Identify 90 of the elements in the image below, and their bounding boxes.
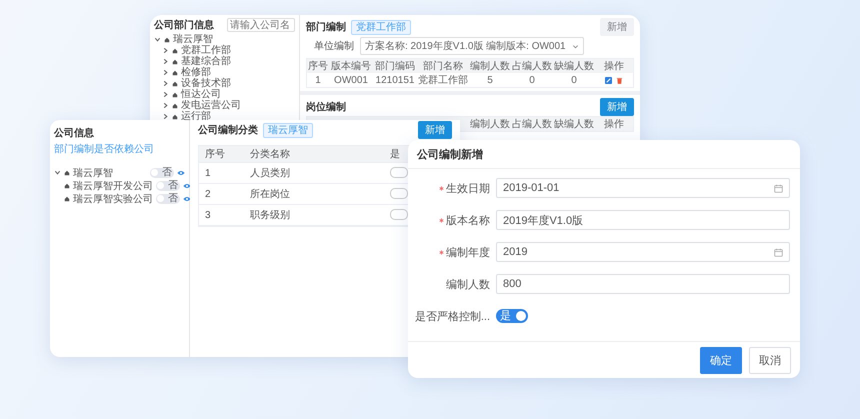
chevron-icon[interactable]: [162, 47, 169, 54]
house-icon: [64, 170, 70, 176]
table-cell-text: OW001: [333, 74, 369, 86]
toggle-switch[interactable]: [390, 188, 408, 200]
toggle-switch[interactable]: 否: [156, 194, 180, 204]
tree-item[interactable]: 瑞云厚智实验公司: [73, 192, 153, 206]
caret-icon: [572, 42, 579, 50]
tree-item[interactable]: 运行部: [181, 111, 211, 122]
search-field[interactable]: 请输入公司名: [227, 18, 295, 32]
chevron-icon[interactable]: [162, 102, 169, 109]
toggle-switch[interactable]: 否: [150, 168, 174, 178]
column-header: 部门编码: [374, 60, 416, 73]
calendar-icon: [774, 184, 783, 192]
toggle-switch[interactable]: 否: [156, 180, 180, 190]
chevron-icon[interactable]: [162, 113, 169, 120]
table-cell-text: 0: [528, 74, 536, 86]
chevron-icon[interactable]: [54, 169, 61, 176]
tree-item[interactable]: 瑞云厚智: [73, 166, 147, 180]
table-cell-text: 职务级别: [250, 209, 290, 222]
column-header: 分类名称: [250, 148, 290, 161]
toggle-switch[interactable]: 是: [496, 309, 528, 323]
toggle-switch[interactable]: [390, 209, 408, 220]
text-field[interactable]: 800: [496, 274, 790, 294]
sidebar-title: 公司部门信息: [154, 18, 214, 32]
field-label: 编制人数: [446, 278, 490, 292]
section-title: 岗位编制: [306, 100, 346, 114]
chevron-icon[interactable]: [162, 69, 169, 76]
eye-icon[interactable]: [183, 196, 191, 202]
column-header: 操作: [603, 60, 625, 73]
column-header: 部门名称: [422, 60, 464, 73]
section-title: 部门编制: [306, 20, 346, 34]
eye-icon[interactable]: [183, 182, 191, 188]
field-label: 是否严格控制...: [414, 310, 490, 324]
column-header: 占编人数: [511, 118, 553, 131]
add-button[interactable]: 新增: [600, 98, 634, 116]
house-icon: [64, 196, 70, 202]
tree-item[interactable]: 检修部: [181, 67, 211, 78]
table-cell-text: 党群工作部: [417, 74, 469, 87]
tree-item[interactable]: 党群工作部: [181, 45, 231, 56]
column-header: 序号: [205, 148, 225, 161]
column-header: 缺编人数: [553, 118, 595, 131]
field-label: 版本名称: [446, 214, 490, 228]
table-cell: 3: [205, 210, 211, 220]
date-field[interactable]: 2019-01-01: [496, 178, 790, 198]
column-header: 操作: [603, 118, 625, 131]
edit-icon[interactable]: [605, 76, 612, 84]
toggle-switch[interactable]: [390, 167, 408, 178]
table-cell-text: 5: [486, 74, 494, 86]
company-tag: 瑞云厚智: [263, 122, 313, 138]
department-tag: 党群工作部: [351, 20, 411, 34]
dialog-title: 公司编制新增: [417, 148, 483, 162]
table-cell-text: 1: [314, 74, 322, 86]
column-header: 占编人数: [511, 60, 553, 73]
cancel-button[interactable]: 取消: [749, 346, 791, 374]
eye-icon[interactable]: [177, 170, 185, 176]
table-cell-text: 1210151: [374, 74, 416, 86]
tree-item[interactable]: 基建综合部: [181, 56, 231, 67]
filter-label: 单位编制: [314, 40, 354, 53]
tree-item[interactable]: 发电运营公司: [181, 100, 241, 111]
tree-item[interactable]: 设备技术部: [181, 78, 231, 89]
plan-select[interactable]: 方案名称: 2019年度V1.0版 编制版本: OW001: [360, 37, 584, 55]
confirm-button[interactable]: 确定: [700, 346, 742, 374]
field-label: 生效日期: [446, 182, 490, 196]
table-cell: 2: [205, 188, 211, 200]
tree-item[interactable]: 恒达公司: [181, 89, 221, 100]
text-field[interactable]: 2019年度V1.0版: [496, 210, 790, 230]
table-cell: 1: [205, 168, 211, 178]
date-field[interactable]: 2019: [496, 242, 790, 262]
section-title: 公司编制分类: [198, 124, 258, 137]
column-header: 编制人数: [469, 118, 511, 131]
house-icon: [64, 182, 70, 188]
tree-item[interactable]: 瑞云厚智开发公司: [73, 178, 153, 192]
panel-title: 公司信息: [54, 126, 94, 140]
column-header: 是: [390, 148, 400, 161]
calendar-icon: [774, 248, 783, 256]
table-cell-text: 所在岗位: [250, 188, 290, 201]
chevron-icon[interactable]: [154, 36, 161, 43]
column-header: 序号: [307, 60, 329, 73]
add-button[interactable]: 新增: [418, 121, 452, 139]
chevron-icon[interactable]: [162, 91, 169, 98]
field-label: 编制年度: [446, 246, 490, 260]
column-header: 缺编人数: [553, 60, 595, 73]
chevron-icon[interactable]: [162, 58, 169, 65]
table-cell-text: 人员类别: [250, 166, 290, 180]
tree-item[interactable]: 瑞云厚智: [173, 34, 213, 45]
chevron-icon[interactable]: [162, 80, 169, 87]
delete-icon[interactable]: [616, 76, 623, 84]
column-header: 版本编号: [330, 60, 372, 73]
column-header: 编制人数: [469, 60, 511, 73]
table-cell-text: 0: [570, 74, 578, 86]
